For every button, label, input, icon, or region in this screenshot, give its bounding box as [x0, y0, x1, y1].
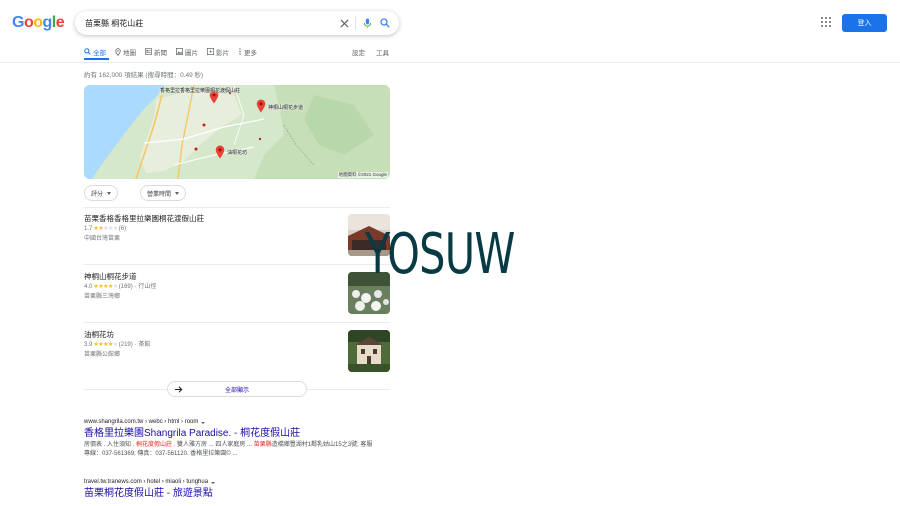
- place-item[interactable]: 油桐花坊 3.9 ★★★★★ (219) · 茶館 苗栗縣公館鄉: [84, 330, 390, 376]
- tab-news[interactable]: 新聞: [145, 46, 167, 57]
- result-title-link[interactable]: 苗栗桐花度假山莊 - 旅遊景點: [84, 487, 390, 501]
- place-address: 苗栗縣三灣鄉: [84, 294, 121, 300]
- place-photo[interactable]: [348, 330, 390, 372]
- place-address: 中國台灣苗栗: [84, 236, 121, 242]
- map-credit: 地圖資料 ©2021 Google: [337, 172, 388, 178]
- video-icon: [207, 48, 214, 55]
- place-category: · 茶館: [134, 342, 151, 348]
- filter-rating[interactable]: 評分: [84, 185, 119, 201]
- tab-label: 全部: [93, 49, 106, 57]
- search-result: www.shangrila.com.tw › webc › html › roo…: [84, 418, 390, 459]
- place-rating: 4.0 ★★★★★ (169) · 行山徑: [84, 282, 390, 292]
- review-count: (6): [118, 226, 127, 232]
- result-title-link[interactable]: 香格里拉樂園Shangrila Paradise. - 桐花度假山莊: [84, 427, 390, 441]
- local-results-map[interactable]: 香格里拉香格里拉樂園桐花渡假山莊 神桐山桐花步道 油桐花坊 地圖資料 ©2021…: [84, 85, 390, 179]
- search-tabs: 全部 地圖 新聞 圖片 影片 更多: [84, 46, 266, 60]
- result-stats: 約有 162,000 項結果 (搜尋時間：0.49 秒): [84, 72, 204, 79]
- tab-label: 新聞: [154, 49, 167, 57]
- search-icon: [84, 48, 91, 55]
- logo-letter: e: [55, 14, 65, 31]
- arrow-right-icon: [174, 386, 183, 393]
- rating-value: 3.9: [84, 342, 93, 348]
- more-vert-icon: [239, 48, 241, 55]
- place-address: 苗栗縣公館鄉: [84, 352, 121, 358]
- map-canvas: [84, 85, 390, 179]
- tab-more[interactable]: 更多: [238, 46, 257, 57]
- logo-letter: g: [42, 14, 53, 31]
- map-pin-icon: [115, 47, 121, 56]
- rating-value: 1.7: [84, 226, 93, 232]
- place-name: 苗栗香格香格里拉樂園桐花渡假山莊: [84, 214, 204, 223]
- result-cite: www.shangrila.com.tw › webc › html › roo…: [84, 419, 199, 425]
- header-divider: [0, 62, 900, 63]
- google-logo[interactable]: Google: [12, 14, 65, 32]
- tools-link[interactable]: 工具: [376, 47, 389, 57]
- snippet-highlight: 苗栗縣: [253, 442, 272, 448]
- news-icon: [145, 48, 152, 55]
- active-tab-indicator: [84, 58, 109, 60]
- map-pin-label: 神桐山桐花步道: [268, 105, 304, 111]
- search-input[interactable]: [85, 18, 325, 28]
- snippet-highlight: 桐花度假山莊: [136, 442, 173, 448]
- result-url[interactable]: www.shangrila.com.tw › webc › html › roo…: [84, 418, 390, 427]
- tab-images[interactable]: 圖片: [176, 46, 198, 57]
- chevron-down-icon: [107, 191, 112, 195]
- tab-all[interactable]: 全部: [84, 46, 106, 57]
- result-snippet: 房價表 . 入住須知 . 桐花度假山莊 . 雙人雅方房 ... 四人家庭房 ..…: [84, 441, 374, 459]
- apps-grid-icon[interactable]: [821, 17, 831, 27]
- logo-letter: o: [23, 14, 34, 31]
- chip-label: 營業時間: [147, 191, 172, 198]
- map-pin-icon[interactable]: [256, 99, 266, 113]
- search-result: travel.tw.tranews.com › hotel › miaoli ›…: [84, 478, 390, 501]
- image-icon: [176, 48, 183, 55]
- place-divider: [84, 207, 390, 208]
- place-divider: [84, 322, 390, 323]
- star-rating-icon: ★★★★★: [93, 342, 118, 348]
- settings-link[interactable]: 設定: [352, 47, 365, 57]
- microphone-icon[interactable]: [360, 16, 374, 30]
- result-url[interactable]: travel.tw.tranews.com › hotel › miaoli ›…: [84, 478, 390, 487]
- chevron-down-icon: [175, 191, 180, 195]
- logo-letter: o: [33, 14, 43, 31]
- filter-hours[interactable]: 營業時間: [140, 185, 187, 201]
- logo-letter: G: [12, 14, 24, 31]
- tab-label: 地圖: [123, 49, 136, 57]
- map-pin-icon[interactable]: [215, 145, 225, 159]
- map-pin-label: 油桐花坊: [227, 150, 248, 156]
- search-icon[interactable]: [378, 16, 392, 30]
- tab-label: 圖片: [185, 49, 198, 57]
- tab-maps[interactable]: 地圖: [115, 46, 136, 57]
- star-rating-icon: ★★★★★: [93, 226, 118, 232]
- view-all-label: 全部顯示: [224, 387, 249, 394]
- place-item[interactable]: 神桐山桐花步道 4.0 ★★★★★ (169) · 行山徑 苗栗縣三灣鄉: [84, 272, 390, 318]
- map-pin-label: 香格里拉香格里拉樂園桐花渡假山莊: [160, 88, 241, 94]
- star-rating-icon: ★★★★★: [93, 284, 118, 290]
- review-count: (169): [118, 284, 133, 290]
- rating-value: 4.0: [84, 284, 93, 290]
- chevron-down-icon[interactable]: [201, 421, 206, 424]
- snippet-text: . 雙人雅方房 ... 四人家庭房 ...: [172, 442, 254, 448]
- result-cite: travel.tw.tranews.com › hotel › miaoli ›…: [84, 479, 209, 485]
- search-box: [75, 11, 399, 35]
- search-divider: [355, 16, 356, 30]
- view-all-button[interactable]: 全部顯示: [167, 381, 307, 397]
- place-category: · 行山徑: [134, 284, 157, 290]
- place-name: 神桐山桐花步道: [84, 272, 137, 281]
- place-item[interactable]: 苗栗香格香格里拉樂園桐花渡假山莊 1.7 ★★★★★ (6) 中國台灣苗栗: [84, 214, 390, 260]
- chevron-down-icon[interactable]: [211, 481, 216, 484]
- chip-label: 評分: [91, 191, 104, 198]
- login-button[interactable]: 登入: [842, 14, 887, 32]
- place-rating: 1.7 ★★★★★ (6): [84, 224, 390, 234]
- snippet-text: 房價表 . 入住須知 .: [84, 442, 137, 448]
- tab-label: 影片: [216, 49, 229, 57]
- tab-label: 更多: [244, 49, 257, 57]
- watermark: YOSUW: [365, 222, 515, 287]
- review-count: (219): [118, 342, 133, 348]
- clear-icon[interactable]: [337, 16, 351, 30]
- place-rating: 3.9 ★★★★★ (219) · 茶館: [84, 340, 390, 350]
- place-name: 油桐花坊: [84, 330, 114, 339]
- place-divider: [84, 264, 390, 265]
- tab-videos[interactable]: 影片: [207, 46, 229, 57]
